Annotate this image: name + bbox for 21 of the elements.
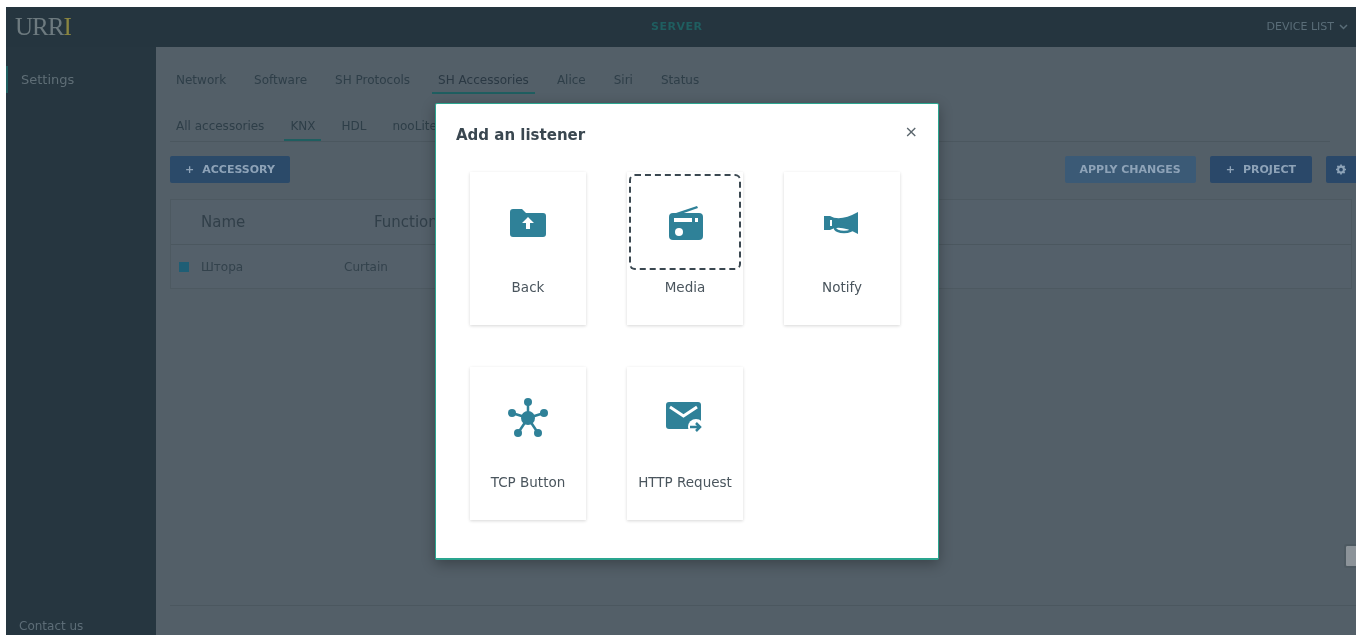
close-button[interactable]: ×	[904, 122, 918, 141]
listener-option[interactable]: Media	[627, 172, 743, 325]
side-handle-icon[interactable]	[1344, 544, 1356, 568]
logo: URRI	[15, 13, 71, 41]
settings-icon	[1336, 164, 1346, 175]
listener-option[interactable]: TCP Button	[470, 367, 586, 520]
dialog-title: Add an listener	[456, 126, 586, 144]
add-accessory-button[interactable]: + ACCESSORY	[170, 156, 290, 183]
add-project-button[interactable]: + PROJECT	[1209, 156, 1312, 183]
listener-option[interactable]: Notify	[784, 172, 900, 325]
folder-upload-icon	[510, 209, 546, 237]
network-hub-icon	[507, 398, 549, 438]
settings-button[interactable]	[1326, 156, 1356, 183]
device-list-menu[interactable]: DEVICE LIST	[1266, 20, 1348, 33]
mail-send-icon	[666, 402, 704, 434]
listener-option[interactable]: Back	[470, 172, 586, 325]
horn-icon	[824, 212, 860, 234]
apply-changes-button[interactable]: APPLY CHANGES	[1064, 156, 1196, 183]
listener-option[interactable]: HTTP Request	[627, 367, 743, 520]
chevron-down-icon	[1339, 23, 1348, 30]
radio-icon	[667, 205, 703, 241]
